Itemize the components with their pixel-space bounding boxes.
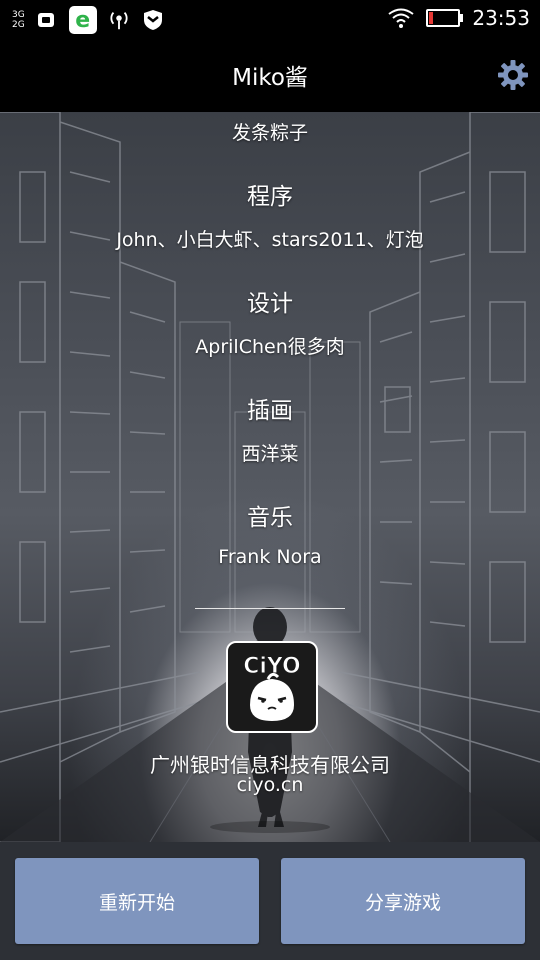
credit-title-program: 程序 [247, 184, 293, 210]
shield-icon [141, 9, 165, 31]
page-title: Miko酱 [232, 65, 308, 91]
credit-names-illustration: 西洋菜 [241, 443, 299, 465]
status-right: 23:53 [388, 6, 530, 30]
sim-card-icon [35, 9, 59, 31]
credits-divider [195, 608, 345, 609]
status-bar: 3G 2G e 23:53 [0, 0, 540, 38]
sim-signal-icon: 3G 2G [12, 10, 25, 30]
bottom-action-bar: 重新开始 分享游戏 [0, 842, 540, 960]
credit-names-program: John、小白大虾、stars2011、灯泡 [116, 229, 424, 251]
wifi-icon [388, 8, 414, 28]
network-type-top: 3G [12, 10, 25, 20]
credit-title-design: 设计 [247, 291, 293, 317]
credit-names-design: AprilChen很多肉 [195, 336, 345, 358]
credit-title-music: 音乐 [247, 505, 293, 531]
network-type-bottom: 2G [12, 20, 25, 30]
title-bar: Miko酱 [0, 38, 540, 112]
app-screen: 3G 2G e 23:53 Miko酱 发条粽子 程序 John、小白大虾、st… [0, 0, 540, 960]
share-game-button[interactable]: 分享游戏 [281, 858, 525, 944]
gear-icon [498, 60, 528, 90]
status-left: 3G 2G e [12, 6, 165, 34]
credit-publisher-names: 发条粽子 [231, 122, 308, 144]
e-browser-icon: e [68, 6, 97, 34]
wireless-icon [107, 9, 131, 31]
credit-title-illustration: 插画 [247, 398, 293, 424]
clock: 23:53 [472, 6, 530, 30]
company-site[interactable]: ciyo.cn [0, 774, 540, 796]
restart-button[interactable]: 重新开始 [15, 858, 259, 944]
credit-names-music: Frank Nora [218, 546, 322, 568]
battery-icon [426, 9, 464, 27]
company-logo: CiYO [226, 641, 318, 733]
battery-level [429, 12, 434, 24]
settings-button[interactable] [496, 58, 530, 92]
